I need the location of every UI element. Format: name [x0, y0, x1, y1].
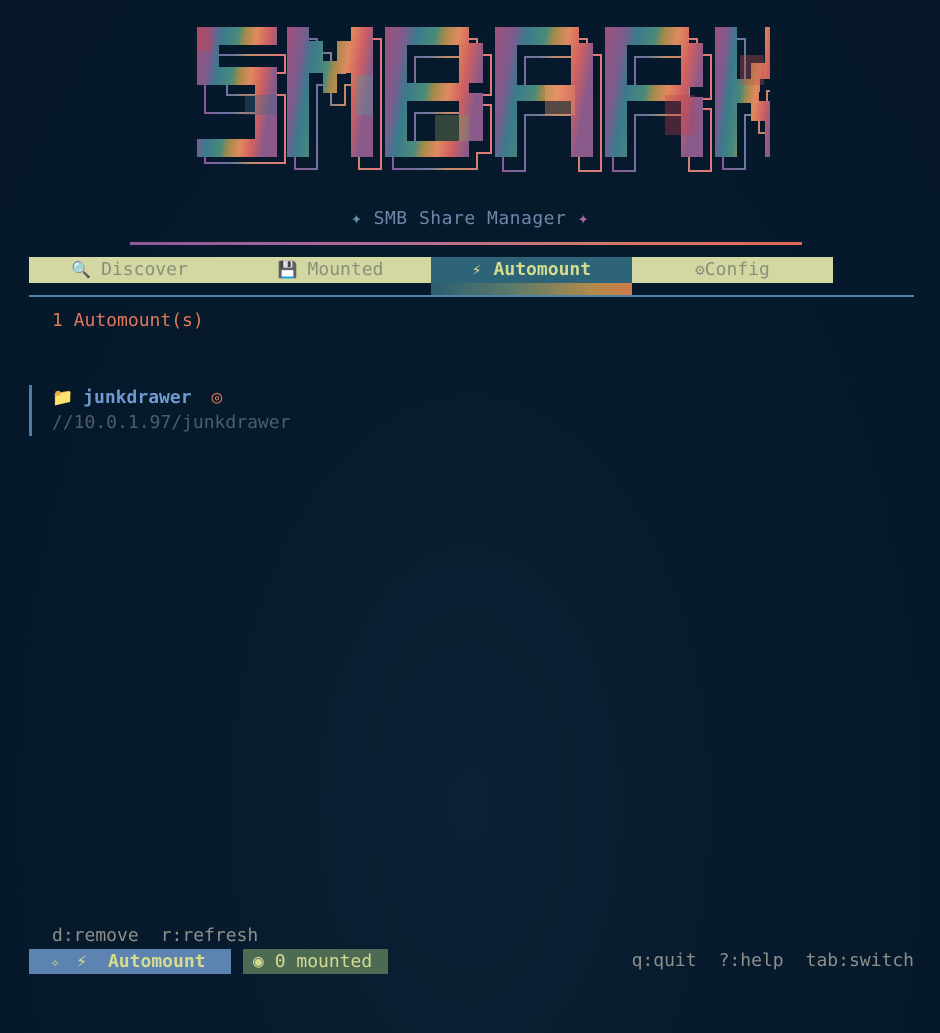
list-item[interactable]: 📁 junkdrawer ◎ //10.0.1.97/junkdrawer	[29, 385, 629, 436]
tab-divider	[29, 295, 914, 297]
global-key-hints: q:quit ?:help tab:switch	[610, 950, 914, 971]
header-divider	[130, 242, 802, 245]
tab-automount[interactable]: ⚡ Automount	[431, 257, 632, 295]
mode-label: Automount	[107, 951, 206, 972]
tab-bar: 🔍 Discover 💾 Mounted ⚡ Automount ⚙ Confi…	[29, 257, 833, 295]
tab-discover[interactable]: 🔍 Discover	[29, 257, 230, 283]
mode-indicator: ✧ ⚡ Automount	[29, 949, 231, 974]
mounted-count-badge: ◉ 0 mounted	[243, 949, 388, 974]
floppy-disk-icon: 💾	[277, 260, 298, 279]
tab-label: Mounted	[307, 259, 384, 280]
share-name-row: 📁 junkdrawer ◎	[52, 387, 629, 408]
tab-config[interactable]: ⚙ Config	[632, 257, 833, 283]
tab-label: Discover	[101, 259, 188, 280]
gear-icon: ⚙	[695, 260, 705, 279]
smbark-logo	[197, 27, 770, 172]
context-key-hints: d:remove r:refresh	[52, 925, 280, 946]
refresh-key-hint: r:refresh	[160, 925, 259, 946]
app-screen: ✦ SMB Share Manager ✦ 🔍 Discover 💾 Mount…	[0, 0, 940, 1033]
quit-key-hint: q:quit	[631, 950, 697, 971]
share-path: //10.0.1.97/junkdrawer	[52, 412, 291, 433]
sparkle-icon: ✧	[51, 955, 60, 971]
remove-key-hint: d:remove	[52, 925, 139, 946]
tab-label: Config	[704, 259, 770, 280]
radio-dot-icon: ◉	[253, 951, 264, 972]
share-name: junkdrawer	[83, 387, 192, 408]
switch-key-hint: tab:switch	[805, 950, 914, 971]
lightning-icon: ⚡	[471, 260, 482, 279]
sparkle-icon: ✦	[350, 208, 363, 229]
folder-icon: 📁	[52, 387, 74, 408]
sparkle-icon: ✦	[577, 208, 590, 229]
search-icon: 🔍	[71, 260, 92, 279]
app-subtitle: ✦ SMB Share Manager ✦	[0, 208, 940, 229]
help-key-hint: ?:help	[718, 950, 784, 971]
tab-mounted[interactable]: 💾 Mounted	[230, 257, 431, 283]
automount-status-icon: ◎	[211, 387, 223, 408]
automount-count: 1 Automount(s)	[52, 310, 204, 331]
mounted-count-label: 0 mounted	[274, 951, 373, 972]
lightning-icon: ⚡	[76, 951, 88, 972]
tab-label: Automount	[493, 259, 592, 280]
subtitle-text: SMB Share Manager	[373, 208, 567, 229]
